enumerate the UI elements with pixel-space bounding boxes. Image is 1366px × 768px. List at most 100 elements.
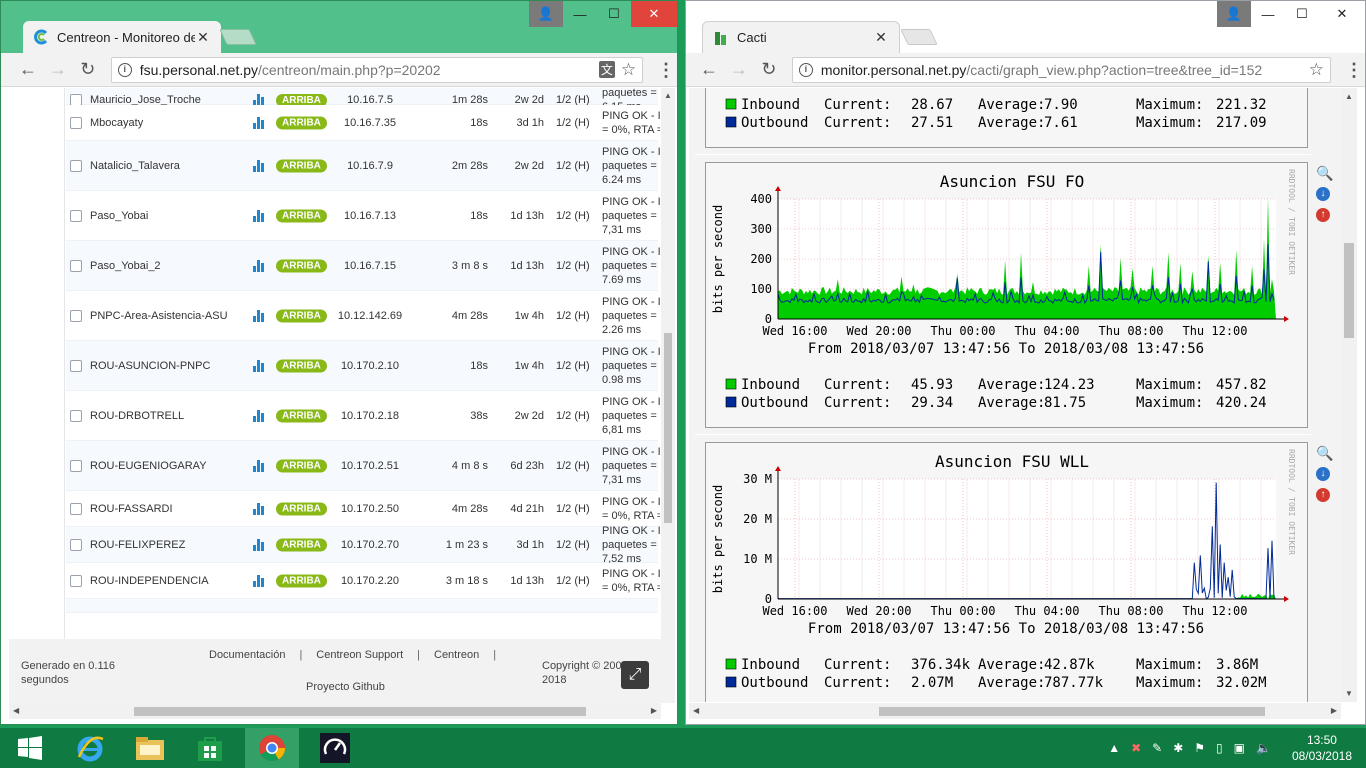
site-info-icon[interactable]: i [117,62,132,77]
chart-bars-icon[interactable] [253,538,265,551]
minimize-button[interactable]: — [563,1,597,27]
h-scrollbar-thumb[interactable] [134,707,586,716]
scroll-up-arrow-icon[interactable]: ▲ [1345,92,1353,101]
chart-bars-icon[interactable] [253,459,265,472]
chart-bars-icon[interactable] [253,574,265,587]
row-checkbox[interactable] [70,116,82,129]
close-window-button[interactable]: ✕ [631,1,677,27]
chart-bars-icon[interactable] [253,309,265,322]
footer-link-centreon[interactable]: Centreon [434,649,479,661]
file-explorer-button[interactable] [120,728,180,768]
host-name[interactable]: ROU-ASUNCION-PNPC [90,360,210,372]
horizontal-scrollbar[interactable]: ◀ ▶ [689,703,1341,719]
scroll-left-arrow-icon[interactable]: ◀ [693,706,699,715]
table-row[interactable]: Natalicio_Talavera ARRIBA 10.16.7.9 2m 28s 2… [66,141,660,191]
table-row[interactable]: Paso_Yobai ARRIBA 10.16.7.13 18s 1d 13h 1/2 (… [66,191,660,241]
row-checkbox[interactable] [70,209,82,222]
table-row[interactable]: ROU-DRBOTRELL ARRIBA 10.170.2.18 38s 2w 2d 1/… [66,391,660,441]
table-row[interactable]: ROU-FELIXPEREZ ARRIBA 10.170.2.70 1 m 23 s 3… [66,525,660,565]
vertical-scrollbar[interactable]: ▲ ▼ [1341,88,1357,702]
table-row[interactable]: ROU-ASUNCION-PNPC ARRIBA 10.170.2.10 18s 1w … [66,341,660,391]
close-window-button[interactable]: ✕ [1319,1,1365,27]
fullscreen-expand-icon[interactable]: ⤢ [621,661,649,689]
chart-bars-icon[interactable] [253,116,265,129]
scrollbar-thumb[interactable] [664,333,672,523]
scroll-left-arrow-icon[interactable]: ◀ [13,706,19,715]
action-center-flag-icon[interactable]: ⚑ [1194,741,1205,755]
reload-button[interactable]: ↻ [73,56,103,84]
reload-button[interactable]: ↻ [754,56,784,84]
bluetooth-icon[interactable]: ✱ [1173,741,1183,755]
forward-button[interactable]: → [724,56,754,84]
address-bar[interactable]: i monitor.personal.net.py/cacti/graph_vi… [791,56,1332,83]
chart-bars-icon[interactable] [253,159,265,172]
table-row[interactable]: ROU-INDEPENDENCIA ARRIBA 10.170.2.20 3 m 18… [66,563,660,599]
no-network-icon[interactable]: ✖ [1131,741,1141,755]
scroll-down-arrow-icon[interactable]: ▼ [1345,689,1353,698]
bookmark-star-icon[interactable]: ☆ [621,60,636,80]
remove-graph-icon[interactable]: ↑ [1316,208,1330,222]
footer-link-documentation[interactable]: Documentación [209,649,285,661]
table-row[interactable] [66,599,658,613]
table-row[interactable]: Mbocayaty ARRIBA 10.16.7.35 18s 3d 1h 1/2 (H)… [66,105,660,141]
maximize-button[interactable]: ☐ [1285,1,1319,27]
forward-button[interactable]: → [43,56,73,84]
row-checkbox[interactable] [70,574,82,587]
back-button[interactable]: ← [694,56,724,84]
chrome-taskbar-button[interactable] [245,728,299,768]
translate-icon[interactable]: 文 [598,61,615,78]
speedtest-button[interactable] [305,728,365,768]
volume-icon[interactable]: 🔈 [1256,741,1271,755]
host-name[interactable]: ROU-DRBOTRELL [90,410,184,422]
network-icon[interactable]: ▣ [1234,741,1245,755]
user-profile-icon[interactable]: 👤 [1217,1,1251,27]
chart-bars-icon[interactable] [253,502,265,515]
host-name[interactable]: ROU-FELIXPEREZ [90,539,185,551]
browser-tab-centreon[interactable]: Centreon - Monitoreo de ✕ [23,21,221,53]
row-checkbox[interactable] [70,309,82,322]
chrome-menu-icon[interactable]: ⋮ [1343,61,1365,79]
row-checkbox[interactable] [70,459,82,472]
row-checkbox[interactable] [70,502,82,515]
site-info-icon[interactable]: i [798,62,813,77]
maximize-button[interactable]: ☐ [597,1,631,27]
vertical-scrollbar[interactable]: ▲ [661,88,675,639]
back-button[interactable]: ← [13,56,43,84]
host-name[interactable]: ROU-EUGENIOGARAY [90,460,207,472]
export-csv-icon[interactable]: ↓ [1316,187,1330,201]
scrollbar-thumb[interactable] [1344,243,1354,338]
new-tab-button[interactable] [219,29,257,45]
host-name[interactable]: Paso_Yobai [90,210,148,222]
address-bar[interactable]: i fsu.personal.net.py/centreon/main.php?… [110,56,644,83]
table-row[interactable]: Paso_Yobai_2 ARRIBA 10.16.7.15 3 m 8 s 1d 13… [66,241,660,291]
start-button[interactable] [0,728,60,768]
tab-close-icon[interactable]: ✕ [873,29,889,46]
row-checkbox[interactable] [70,409,82,422]
row-checkbox[interactable] [70,259,82,272]
table-row[interactable]: PNPC-Area-Asistencia-ASU ARRIBA 10.12.142.… [66,291,660,341]
table-row[interactable]: ROU-EUGENIOGARAY ARRIBA 10.170.2.51 4 m 8 s… [66,441,660,491]
table-row[interactable]: Mauricio_Jose_Troche ARRIBA 10.16.7.5 1m 28… [66,88,658,113]
tab-close-icon[interactable]: ✕ [195,29,211,46]
system-clock[interactable]: 13:50 08/03/2018 [1292,732,1352,764]
host-name[interactable]: ROU-FASSARDI [90,503,173,515]
chart-bars-icon[interactable] [253,259,265,272]
chart-bars-icon[interactable] [253,209,265,222]
bookmark-star-icon[interactable]: ☆ [1309,60,1324,80]
scroll-up-arrow-icon[interactable]: ▲ [664,91,672,100]
chart-bars-icon[interactable] [253,409,265,422]
remove-graph-icon[interactable]: ↑ [1316,488,1330,502]
horizontal-scrollbar[interactable]: ◀ ▶ [9,703,661,719]
host-name[interactable]: Paso_Yobai_2 [90,260,161,272]
user-profile-icon[interactable]: 👤 [529,1,563,27]
minimize-button[interactable]: — [1251,1,1285,27]
row-checkbox[interactable] [70,538,82,551]
internet-explorer-button[interactable] [60,728,120,768]
table-row[interactable]: ROU-FASSARDI ARRIBA 10.170.2.50 4m 28s 4d 21… [66,491,660,527]
footer-link-github[interactable]: Proyecto Github [306,681,385,693]
row-checkbox[interactable] [70,359,82,372]
flag-icon[interactable]: ✎ [1152,741,1162,755]
scroll-right-arrow-icon[interactable]: ▶ [1331,706,1337,715]
row-checkbox[interactable] [70,159,82,172]
zoom-graph-icon[interactable]: 🔍 [1316,446,1333,460]
